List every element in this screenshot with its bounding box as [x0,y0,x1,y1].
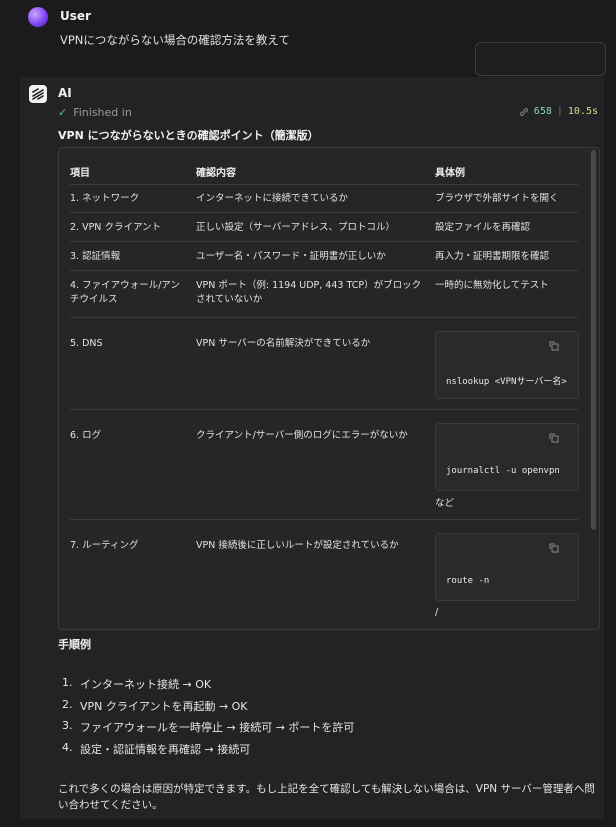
status-text: Finished in [73,106,132,119]
row3-example: 再入力・証明書期限を確認 [435,251,550,262]
row4-example: 一時的に無効化してテスト [435,280,549,291]
row-divider [70,409,578,410]
row3-check: ユーザー名・パスワード・証明書が正しいか [196,251,386,262]
list-item: 1. インターネット接続 → OK [62,676,354,698]
list-item: 3. ファイアウォールを一時停止 → 接続可 → ポートを許可 [62,719,354,741]
message-input[interactable] [475,42,606,76]
elapsed-time: 10.5s [567,106,598,117]
copy-icon[interactable] [549,341,559,351]
copy-icon[interactable] [549,433,559,443]
step-text: VPN クライアントを再起動 → OK [80,699,248,713]
row7-item: 7. ルーティング [70,540,139,551]
code-text: nslookup <VPNサーバー名> [446,377,567,387]
row-divider [70,519,578,520]
header-item: 項目 [70,168,90,179]
row6-after: など [435,498,455,509]
check-icon: ✓ [58,106,68,119]
header-check: 確認内容 [196,168,236,179]
row4-item: 4. ファイアウォール/アンチウイルス [70,280,180,305]
list-item: 4. 設定・認証情報を再確認 → 接続可 [62,741,354,763]
row1-example: ブラウザで外部サイトを開く [435,193,559,204]
ai-logo-icon [29,85,47,103]
copy-icon[interactable] [549,543,559,553]
row2-example: 設定ファイルを再確認 [435,222,531,233]
row2-item: 2. VPN クライアント [70,222,162,233]
step-text: 設定・認証情報を再確認 → 接続可 [80,742,251,756]
stats-separator: | [556,106,563,117]
code-text: journalctl -u openvpn [446,466,560,476]
row7-after: / [435,607,439,618]
code-text: route -n [446,576,490,586]
link-icon [519,107,528,116]
row7-check: VPN 接続後に正しいルートが設定されているか [196,540,399,551]
row6-check: クライアント/サーバー側のログにエラーがないか [196,430,408,441]
header-example: 具体例 [435,168,465,179]
procedure-title: 手順例 [58,638,91,651]
row-divider [70,212,578,213]
step-number: 3. [62,719,73,732]
header-divider [70,184,578,185]
step-text: ファイアウォールを一時停止 → 接続可 → ポートを許可 [80,721,355,734]
step-text: インターネット接続 → OK [80,678,212,691]
row-divider [70,270,578,271]
step-number: 2. [62,697,73,711]
row5-item: 5. DNS [70,338,103,349]
row1-item: 1. ネットワーク [70,193,140,204]
row5-check: VPN サーバーの名前解決ができているか [196,338,371,349]
row4-check: VPN ポート（例: 1194 UDP, 443 TCP）がブロックされていない… [196,280,422,305]
status-line: ✓ Finished in [58,106,132,119]
row-divider [70,317,578,318]
user-name: User [60,9,91,23]
row1-check: インターネットに接続できているか [196,193,349,204]
row6-item: 6. ログ [70,430,102,441]
token-count: 658 [533,106,552,117]
user-avatar [28,7,48,27]
closing-paragraph: これで多くの場合は原因が特定できます。もし上記を全て確認しても解決しない場合は、… [58,783,595,811]
answer-heading: VPN につながらないときの確認ポイント（簡潔版） [58,129,319,142]
ai-name: AI [58,86,72,100]
step-number: 1. [62,676,73,689]
list-item: 2. VPN クライアントを再起動 → OK [62,698,354,720]
row2-check: 正しい設定（サーバーアドレス、プロトコル） [196,222,396,233]
procedure-list: 1. インターネット接続 → OK 2. VPN クライアントを再起動 → OK… [62,676,354,762]
user-message: VPNにつながらない場合の確認方法を教えて [60,33,290,47]
table-scrollbar[interactable] [591,150,596,530]
row-divider [70,241,578,242]
row3-item: 3. 認証情報 [70,251,121,262]
response-stats: 658 | 10.5s [519,106,598,117]
step-number: 4. [62,740,73,754]
